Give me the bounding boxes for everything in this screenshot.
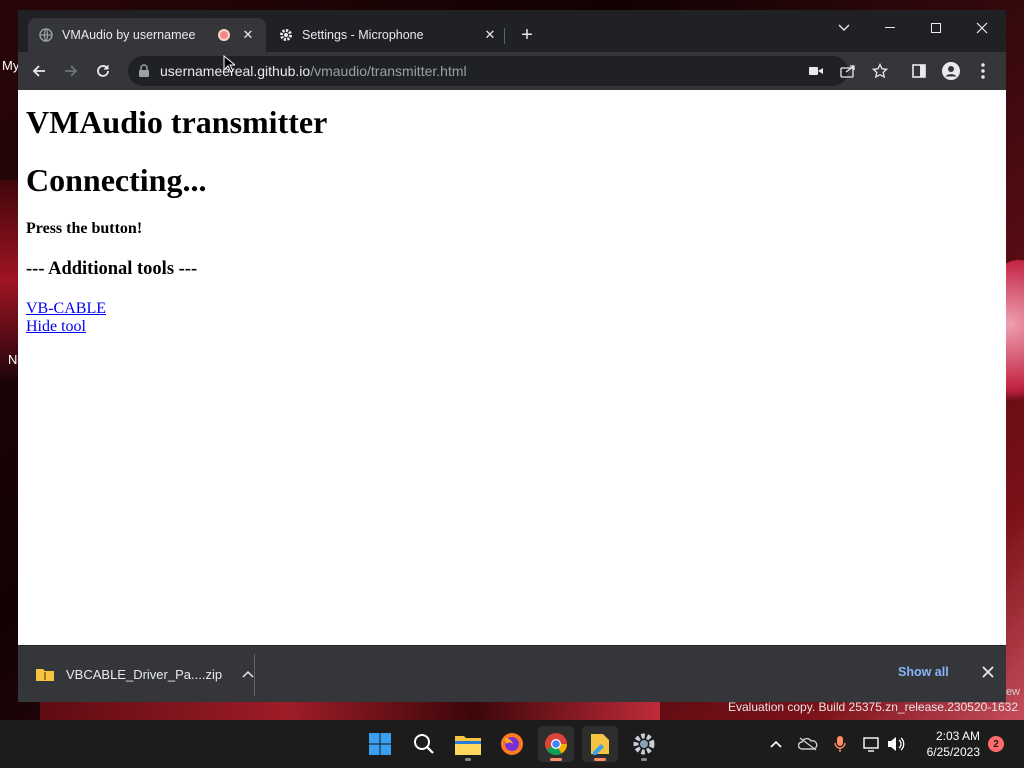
volume-icon[interactable]	[886, 734, 906, 754]
evaluation-watermark: Evaluation copy. Build 25375.zn_release.…	[728, 700, 1018, 714]
download-bar: VBCABLE_Driver_Pa....zip Show all	[18, 645, 1006, 702]
search-icon[interactable]	[406, 726, 442, 762]
file-explorer-icon[interactable]	[450, 726, 486, 762]
lock-icon[interactable]	[138, 64, 150, 78]
browser-toolbar: usernameereal.github.io/vmaudio/transmit…	[18, 52, 1006, 90]
page-title: VMAudio transmitter	[26, 104, 328, 140]
tab-title: VMAudio by usernamee	[62, 28, 196, 42]
share-icon[interactable]	[838, 61, 858, 81]
evaluation-watermark-fragment: ew	[1005, 686, 1020, 698]
notepad-icon[interactable]	[582, 726, 618, 762]
camera-icon[interactable]	[806, 61, 826, 81]
notification-badge[interactable]: 2	[988, 736, 1004, 752]
prompt-text: Press the button!	[26, 220, 143, 237]
tools-heading: --- Additional tools ---	[26, 259, 198, 279]
browser-window: VMAudio by usernamee ✕ Settings - Microp…	[18, 10, 1006, 702]
tab-settings-microphone[interactable]: Settings - Microphone ✕	[268, 18, 508, 52]
microphone-icon[interactable]	[830, 734, 850, 754]
start-icon[interactable]	[362, 726, 398, 762]
running-indicator	[465, 758, 471, 761]
reload-icon[interactable]	[90, 58, 116, 84]
running-indicator	[594, 758, 606, 761]
show-all-button[interactable]: Show all	[898, 665, 949, 679]
desktop-icon-label[interactable]: N	[8, 352, 17, 367]
address-bar[interactable]: usernameereal.github.io/vmaudio/transmit…	[128, 56, 848, 86]
download-item[interactable]: VBCABLE_Driver_Pa....zip	[36, 660, 256, 688]
url-host: usernameereal.github.io	[160, 63, 311, 79]
tab-title: Settings - Microphone	[302, 28, 424, 42]
close-download-bar-icon[interactable]	[980, 664, 996, 680]
taskbar: 2:03 AM 6/25/2023 2	[0, 720, 1024, 768]
clock-time: 2:03 AM	[935, 729, 980, 743]
profile-icon[interactable]	[938, 58, 964, 84]
close-tab-icon[interactable]: ✕	[482, 27, 498, 43]
close-window-button[interactable]	[962, 14, 1002, 42]
tab-separator	[504, 28, 505, 44]
desktop-icon-label[interactable]: My	[2, 58, 19, 73]
zip-file-icon	[36, 667, 54, 681]
mouse-cursor-icon	[223, 55, 235, 73]
connection-status: Connecting...	[26, 162, 207, 198]
running-indicator	[550, 758, 562, 761]
globe-icon	[38, 27, 54, 43]
hide-tool-link[interactable]: Hide tool	[26, 318, 998, 336]
minimize-button[interactable]	[870, 14, 910, 42]
url-path: /vmaudio/transmitter.html	[310, 63, 467, 79]
side-panel-icon[interactable]	[906, 58, 932, 84]
bookmark-star-icon[interactable]	[870, 61, 890, 81]
chrome-icon[interactable]	[538, 726, 574, 762]
tab-search-chevron-icon[interactable]	[824, 14, 864, 42]
forward-arrow-icon[interactable]	[58, 58, 84, 84]
tab-strip: VMAudio by usernamee ✕ Settings - Microp…	[18, 10, 1006, 52]
network-icon[interactable]	[862, 734, 882, 754]
new-tab-button[interactable]: +	[516, 24, 538, 46]
onedrive-offline-icon[interactable]	[798, 734, 818, 754]
gear-icon	[278, 27, 294, 43]
firefox-icon[interactable]	[494, 726, 530, 762]
tab-vmaudio[interactable]: VMAudio by usernamee ✕	[28, 18, 266, 52]
settings-icon[interactable]	[626, 726, 662, 762]
system-clock[interactable]: 2:03 AM 6/25/2023	[918, 728, 980, 760]
page-content: VMAudio transmitter Connecting... Press …	[18, 90, 1006, 645]
desktop-wallpaper-shape	[0, 180, 20, 380]
download-separator	[254, 654, 255, 696]
close-tab-icon[interactable]: ✕	[240, 27, 256, 43]
recording-indicator-icon	[218, 29, 230, 41]
maximize-button[interactable]	[916, 14, 956, 42]
back-arrow-icon[interactable]	[26, 58, 52, 84]
more-menu-icon[interactable]	[970, 58, 996, 84]
vb-cable-link[interactable]: VB-CABLE	[26, 300, 998, 318]
running-indicator	[641, 758, 647, 761]
clock-date: 6/25/2023	[926, 745, 980, 759]
chevron-up-icon[interactable]	[766, 734, 786, 754]
download-file-name: VBCABLE_Driver_Pa....zip	[66, 666, 223, 682]
